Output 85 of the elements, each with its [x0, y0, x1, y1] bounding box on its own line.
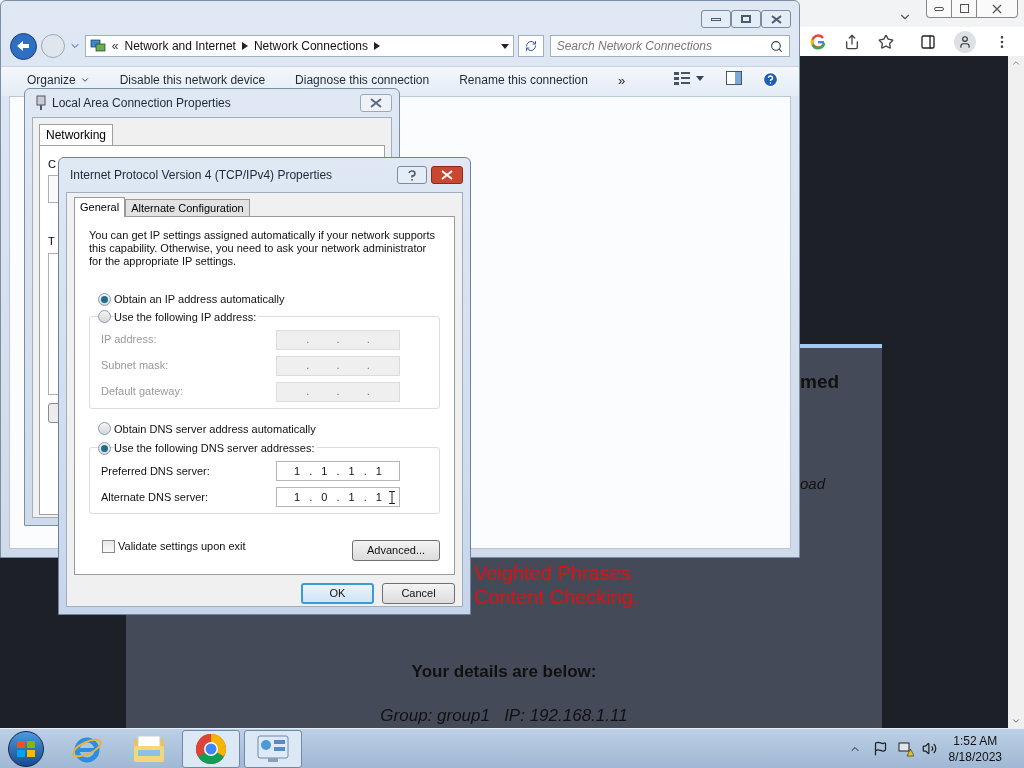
radio-button[interactable]: [98, 422, 111, 436]
close-icon: [992, 3, 1002, 14]
text-cursor-icon: [389, 491, 395, 504]
google-icon[interactable]: [810, 33, 826, 50]
windows-logo-icon: [16, 739, 36, 758]
field-label: Subnet mask:: [101, 358, 170, 374]
folder-icon: [132, 733, 166, 764]
refresh-button[interactable]: [517, 35, 544, 57]
close-icon: [441, 170, 453, 180]
advanced-button[interactable]: Advanced...: [352, 540, 440, 561]
checkbox[interactable]: [102, 540, 115, 553]
ip-address-field[interactable]: 1 . 0 . 1 . 1: [276, 487, 400, 507]
radio-button[interactable]: [98, 441, 111, 455]
person-icon: [958, 34, 972, 49]
toolbar-command[interactable]: Diagnose this connection: [295, 71, 430, 89]
start-button[interactable]: [8, 730, 44, 767]
field-label: IP address:: [101, 332, 158, 348]
details-text: Group: group1 IP: 192.168.1.11: [380, 704, 628, 727]
refresh-icon: [524, 40, 537, 52]
taskbar-button[interactable]: [182, 729, 240, 768]
caret-icon: [79, 75, 90, 85]
warning-text: Content Checking.: [474, 585, 639, 609]
maximize-button[interactable]: [731, 10, 761, 28]
ip-address-field[interactable]: 1 . 1 . 1 . 1: [276, 461, 400, 481]
close-button[interactable]: [761, 10, 791, 28]
network-icon: [89, 38, 106, 54]
close-icon: [370, 98, 382, 108]
tab[interactable]: Networking: [39, 124, 114, 145]
tab[interactable]: Alternate Configuration: [125, 199, 250, 216]
dropdown-arrow-icon[interactable]: [500, 43, 509, 49]
tab[interactable]: General: [74, 197, 126, 217]
field-label: Alternate DNS server:: [101, 489, 209, 505]
breadcrumb-overflow[interactable]: «: [111, 37, 119, 55]
side-panel-icon[interactable]: [920, 33, 936, 50]
help-icon[interactable]: [762, 71, 779, 88]
taskbar-button[interactable]: [244, 729, 302, 768]
help-button[interactable]: [397, 166, 427, 184]
breadcrumb-item[interactable]: Network Connections: [253, 37, 368, 55]
control-panel-icon: [256, 733, 290, 764]
minimize-button[interactable]: [701, 10, 731, 28]
field-label: Default gateway:: [101, 384, 184, 400]
chrome-icon: [195, 732, 227, 765]
close-button[interactable]: [360, 94, 392, 112]
volume-icon[interactable]: [921, 741, 937, 756]
preview-pane-icon[interactable]: [726, 71, 742, 85]
breadcrumb-arrow-icon[interactable]: [241, 42, 248, 50]
section-label: T: [48, 233, 55, 249]
clock[interactable]: 1:52 AM 8/18/2023: [948, 732, 1002, 765]
radio-button[interactable]: [98, 292, 111, 306]
scroll-down-icon[interactable]: [1011, 716, 1021, 726]
section-label: C: [48, 157, 56, 172]
flag-icon[interactable]: [872, 741, 888, 756]
close-button[interactable]: [431, 166, 463, 184]
breadcrumb-item[interactable]: Network and Internet: [124, 37, 236, 55]
back-arrow-icon: [16, 40, 31, 52]
details-heading: Your details are below:: [411, 661, 597, 683]
address-bar[interactable]: « Network and Internet Network Connections: [84, 35, 514, 57]
window-title: Internet Protocol Version 4 (TCP/IPv4) Properties: [70, 167, 333, 184]
organize-menu[interactable]: Organize: [27, 71, 90, 89]
dialog-button[interactable]: Cancel: [382, 583, 455, 604]
breadcrumb-arrow-icon[interactable]: [374, 42, 380, 50]
restore-icon[interactable]: [951, 0, 977, 17]
field-label: Preferred DNS server:: [101, 463, 211, 479]
window-title: Local Area Connection Properties: [52, 95, 231, 112]
back-button[interactable]: [10, 32, 37, 60]
description-text: You can get IP settings assigned automatically if your network supports this capability. Otherwise, you need to ask your network administrator for the appropriate IP settings.: [89, 229, 437, 268]
network-adapter-icon: [36, 95, 46, 111]
close-icon: [770, 14, 782, 24]
profile-avatar[interactable]: [954, 30, 976, 53]
share-icon[interactable]: [844, 33, 860, 50]
dialog-button[interactable]: OK: [301, 583, 374, 604]
search-icon: [770, 39, 783, 53]
bookmark-star-icon[interactable]: [878, 33, 894, 50]
text-fragment: oad: [800, 473, 826, 494]
search-field[interactable]: Search Network Connections: [549, 35, 790, 57]
help-icon: [408, 169, 416, 181]
view-options-icon[interactable]: [674, 71, 704, 85]
checkbox-label: Validate settings upon exit: [118, 539, 246, 555]
warning-text: Veighted Phrases: [474, 561, 631, 585]
toolbar-command[interactable]: Disable this network device: [119, 71, 266, 89]
toolbar-command[interactable]: Rename this connection: [459, 71, 588, 89]
more-commands[interactable]: »: [617, 71, 626, 91]
network-warning-icon[interactable]: [897, 740, 914, 757]
heading-fragment: med: [800, 370, 840, 394]
radio-button[interactable]: [98, 310, 111, 324]
